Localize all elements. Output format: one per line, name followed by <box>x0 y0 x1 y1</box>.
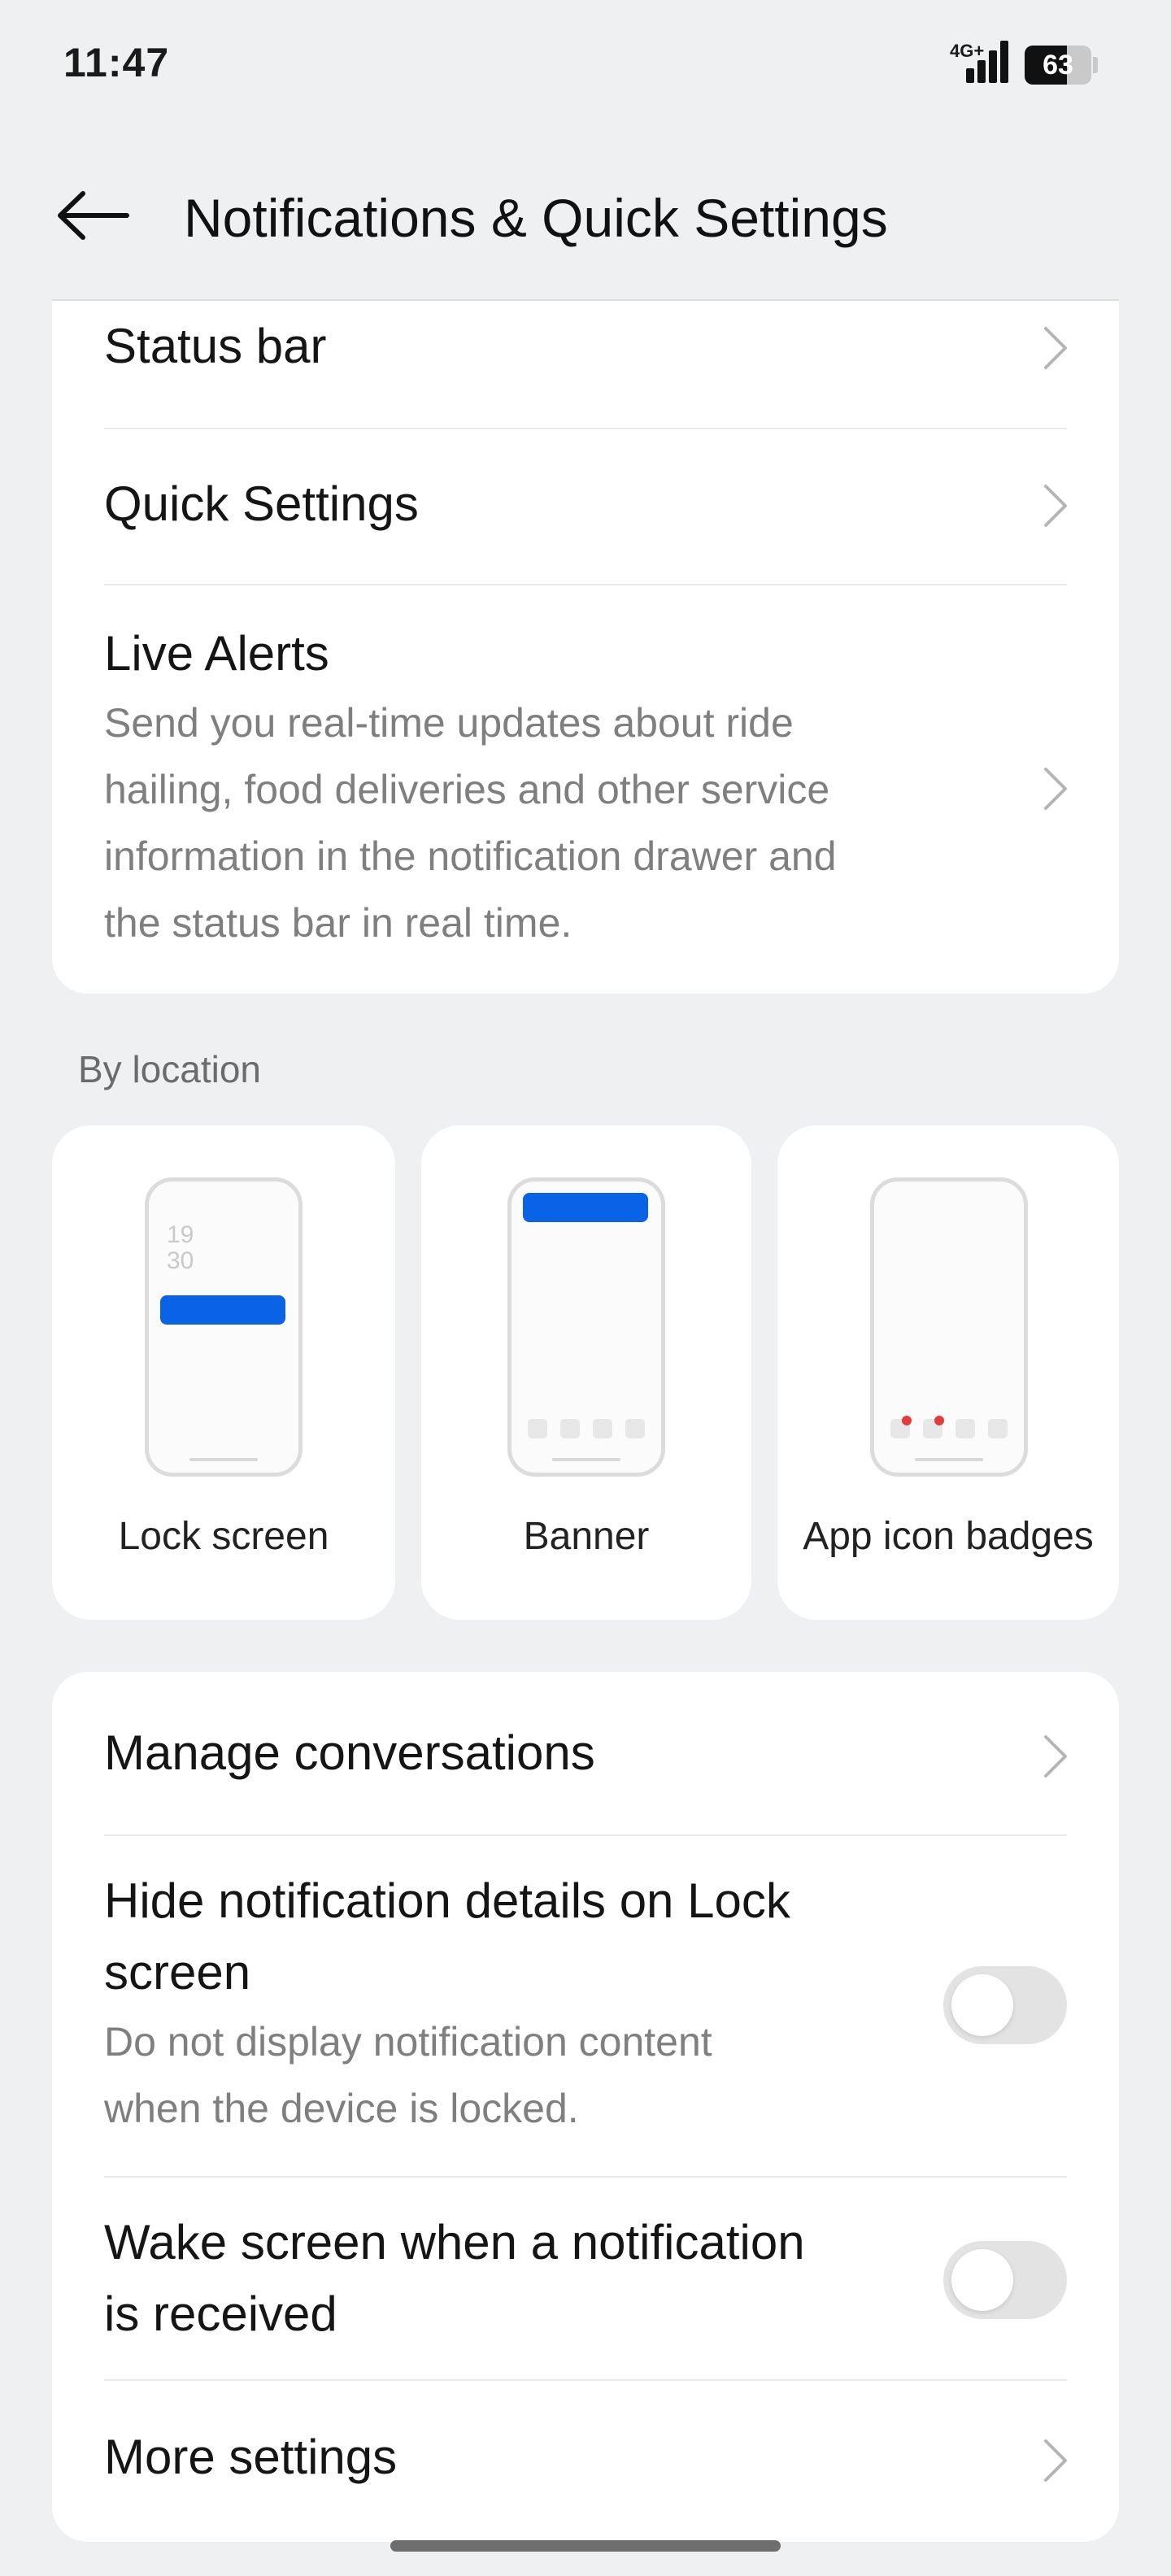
battery-icon: 63 <box>1025 46 1098 85</box>
quick-settings-setting[interactable]: Quick Settings <box>104 431 1067 584</box>
badge-dot <box>902 1416 912 1425</box>
chevron-right-icon <box>1044 327 1067 369</box>
hide-details-toggle[interactable] <box>943 1966 1067 2044</box>
setting-title: Wake screen when a notification is recei… <box>104 2215 805 2341</box>
toggle-knob <box>951 1974 1013 2036</box>
setting-title: Hide notification details on Lock screen <box>104 1873 790 1999</box>
arrow-left-icon <box>58 191 129 240</box>
chevron-right-icon <box>1044 485 1067 527</box>
banner-card[interactable]: Banner <box>421 1125 751 1620</box>
setting-subtitle: Send you real-time updates about ride ha… <box>104 700 837 946</box>
wake-screen-toggle[interactable] <box>943 2241 1067 2319</box>
card-label: App icon badges <box>803 1515 1094 1558</box>
lock-screen-card[interactable]: 19 30 Lock screen <box>52 1125 395 1620</box>
chevron-right-icon <box>1044 2439 1067 2482</box>
badge-dot <box>934 1416 944 1425</box>
app-icon-badges-card[interactable]: App icon badges <box>777 1125 1119 1620</box>
setting-title: Manage conversations <box>104 1725 595 1780</box>
preview-home-bar <box>915 1458 983 1461</box>
row-divider <box>104 428 1067 429</box>
preview-clock: 19 30 <box>167 1221 194 1274</box>
signal-icon <box>956 39 1010 83</box>
screen: 11:47 4G+ 63 Notifications & Quick Setti… <box>0 0 1171 2576</box>
status-bar: 11:47 4G+ 63 <box>0 0 1171 130</box>
section-label: By location <box>78 1048 262 1090</box>
live-alerts-setting[interactable]: Live Alerts Send you real-time updates a… <box>104 585 1067 992</box>
status-time: 11:47 <box>63 40 170 85</box>
card-label: Banner <box>523 1515 650 1558</box>
chevron-right-icon <box>1044 1735 1067 1778</box>
hide-notification-details-setting: Hide notification details on Lock screen… <box>104 1836 1067 2176</box>
settings-card-bottom: Manage conversations Hide notification d… <box>52 1672 1119 2542</box>
page-title: Notifications & Quick Settings <box>184 188 888 248</box>
setting-title: More settings <box>104 2430 398 2484</box>
wake-screen-setting: Wake screen when a notification is recei… <box>104 2178 1067 2379</box>
setting-title: Status bar <box>104 319 327 373</box>
more-settings-setting[interactable]: More settings <box>104 2381 1067 2535</box>
battery-percent: 63 <box>1043 50 1073 80</box>
preview-home-bar <box>552 1458 620 1461</box>
app-icon-badges-preview <box>870 1177 1028 1477</box>
banner-preview <box>507 1177 665 1477</box>
setting-title: Quick Settings <box>104 476 419 531</box>
lock-screen-preview: 19 30 <box>145 1177 303 1477</box>
gesture-bar[interactable] <box>390 2540 781 2552</box>
manage-conversations-setting[interactable]: Manage conversations <box>104 1672 1067 1834</box>
back-button[interactable] <box>52 179 133 252</box>
card-label: Lock screen <box>118 1515 329 1558</box>
preview-home-bar <box>189 1458 258 1461</box>
setting-title: Live Alerts <box>104 626 329 681</box>
app-header: Notifications & Quick Settings <box>0 154 1171 276</box>
toggle-knob <box>951 2249 1013 2311</box>
preview-banner <box>523 1193 648 1222</box>
chevron-right-icon <box>1044 768 1067 810</box>
settings-card-top: Status bar Quick Settings Live Alerts Se… <box>52 301 1119 994</box>
setting-subtitle: Do not display notification content when… <box>104 2019 712 2131</box>
preview-notification <box>160 1295 285 1325</box>
status-bar-setting[interactable]: Status bar <box>104 296 1067 394</box>
